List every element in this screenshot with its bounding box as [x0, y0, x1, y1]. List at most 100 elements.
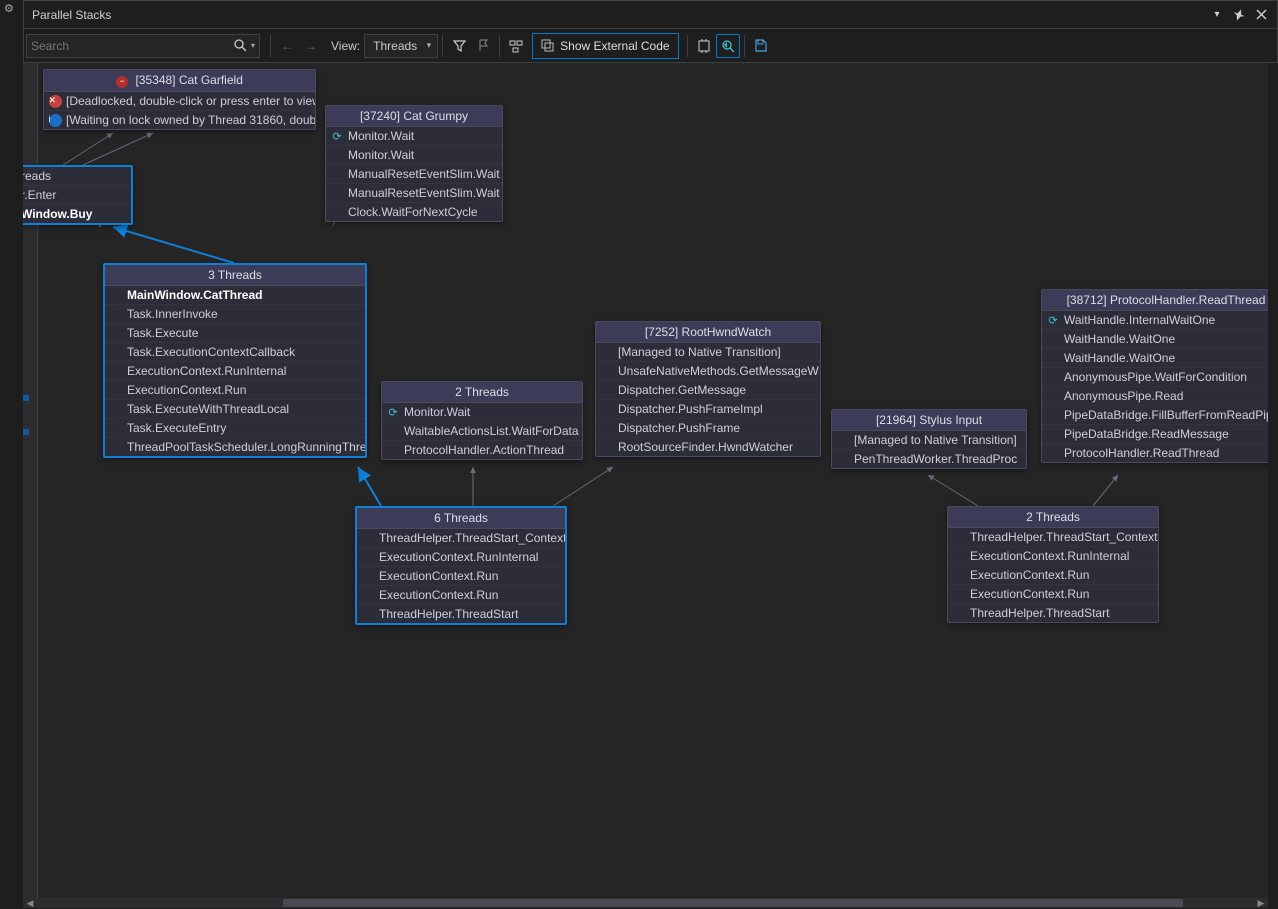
stack-node-title: [35348] Cat Garfield	[135, 73, 242, 87]
nav-back-icon[interactable]: ←	[275, 34, 299, 58]
stack-frame[interactable]: ExecutionContext.RunInternal	[948, 547, 1158, 566]
stack-node-header[interactable]: 3 Threads	[105, 265, 365, 286]
stack-frame[interactable]: ExecutionContext.Run	[357, 567, 565, 586]
stack-node-3threads[interactable]: 3 Threads MainWindow.CatThread Task.Inne…	[103, 263, 367, 458]
stack-node-header[interactable]: [37240] Cat Grumpy	[326, 106, 502, 127]
stack-frame[interactable]: ProtocolHandler.ReadThread	[1042, 444, 1268, 462]
stack-frame[interactable]: ExecutionContext.Run	[105, 381, 365, 400]
stack-node-2threads-right[interactable]: 2 Threads ThreadHelper.ThreadStart_Conte…	[947, 506, 1159, 623]
stack-node-6threads[interactable]: 6 Threads ThreadHelper.ThreadStart_Conte…	[355, 506, 567, 625]
stack-frame[interactable]: reads	[23, 167, 131, 186]
window-title: Parallel Stacks	[32, 8, 111, 22]
stack-frame[interactable]: RootSourceFinder.HwndWatcher	[596, 438, 820, 456]
dropdown-icon[interactable]: ▾	[1209, 7, 1225, 23]
stack-frame[interactable]: ExecutionContext.Run	[357, 586, 565, 605]
stack-node-header[interactable]: [7252] RootHwndWatch	[596, 322, 820, 343]
flag-icon[interactable]	[471, 34, 495, 58]
stack-node-protocolread[interactable]: [38712] ProtocolHandler.ReadThread ⟳ Wai…	[1041, 289, 1268, 463]
stack-frame[interactable]: i [Waiting on lock owned by Thread 31860…	[44, 111, 315, 129]
stack-frame[interactable]: ⟳ Monitor.Wait	[382, 403, 582, 422]
stack-frame[interactable]: AnonymousPipe.WaitForCondition	[1042, 368, 1268, 387]
stack-frame[interactable]: ThreadHelper.ThreadStart_Context	[357, 529, 565, 548]
nav-forward-icon[interactable]: →	[299, 34, 323, 58]
stack-frame[interactable]: AnonymousPipe.Read	[1042, 387, 1268, 406]
stack-node-header[interactable]: 2 Threads	[382, 382, 582, 403]
search-dropdown-icon[interactable]: ▾	[251, 41, 255, 50]
stack-node-partial[interactable]: reads r.Enter Window.Buy	[23, 165, 133, 225]
stack-frame[interactable]: MainWindow.CatThread	[105, 286, 365, 305]
stack-frame[interactable]: PipeDataBridge.ReadMessage	[1042, 425, 1268, 444]
stack-node-stylus[interactable]: [21964] Stylus Input [Managed to Native …	[831, 409, 1027, 469]
stack-frame-label: Monitor.Wait	[348, 129, 414, 143]
stack-frame[interactable]: ✕ [Deadlocked, double-click or press ent…	[44, 92, 315, 111]
stack-frame[interactable]: PipeDataBridge.FillBufferFromReadPipe	[1042, 406, 1268, 425]
stack-frame[interactable]: WaitableActionsList.WaitForData	[382, 422, 582, 441]
stack-frame[interactable]: Task.ExecuteWithThreadLocal	[105, 400, 365, 419]
stack-frame[interactable]: Task.Execute	[105, 324, 365, 343]
marker-icon	[23, 429, 29, 435]
stack-frame[interactable]: WaitHandle.WaitOne	[1042, 330, 1268, 349]
stack-frame[interactable]: WaitHandle.WaitOne	[1042, 349, 1268, 368]
thread-icon: ⟳	[1046, 313, 1060, 327]
stack-frame[interactable]: Dispatcher.PushFrame	[596, 419, 820, 438]
stack-node-header[interactable]: − [35348] Cat Garfield	[44, 70, 315, 92]
scroll-left-icon[interactable]: ◀	[23, 898, 37, 908]
stack-frame[interactable]: r.Enter	[23, 186, 131, 205]
stack-frame[interactable]: Task.ExecuteEntry	[105, 419, 365, 438]
stack-frame[interactable]: ManualResetEventSlim.Wait	[326, 165, 502, 184]
search-icon[interactable]	[234, 39, 247, 52]
stack-frame[interactable]: ThreadHelper.ThreadStart	[948, 604, 1158, 622]
thread-icon: ⟳	[330, 129, 344, 143]
show-external-code-toggle[interactable]: Show External Code	[532, 33, 678, 59]
search-input[interactable]	[31, 39, 234, 53]
stack-frame[interactable]: ExecutionContext.Run	[948, 566, 1158, 585]
stack-frame[interactable]: ThreadPoolTaskScheduler.LongRunningThre.…	[105, 438, 365, 456]
stack-frame[interactable]: Task.InnerInvoke	[105, 305, 365, 324]
autoscroll-icon[interactable]	[716, 34, 740, 58]
stack-frame[interactable]: PenThreadWorker.ThreadProc	[832, 450, 1026, 468]
stack-frame[interactable]: ExecutionContext.RunInternal	[357, 548, 565, 567]
stack-frame[interactable]: Monitor.Wait	[326, 146, 502, 165]
stack-node-2threads-mid[interactable]: 2 Threads ⟳ Monitor.Wait WaitableActions…	[381, 381, 583, 460]
horizontal-scrollbar[interactable]: ◀ ▶	[23, 898, 1268, 908]
stack-frame[interactable]: ⟳ Monitor.Wait	[326, 127, 502, 146]
stack-frame[interactable]: UnsafeNativeMethods.GetMessageW	[596, 362, 820, 381]
canvas[interactable]: reads r.Enter Window.Buy − [35348] Cat G…	[23, 63, 1268, 900]
save-icon[interactable]	[749, 34, 773, 58]
stack-frame[interactable]: Dispatcher.GetMessage	[596, 381, 820, 400]
stack-frame[interactable]: ManualResetEventSlim.Wait	[326, 184, 502, 203]
stack-frame[interactable]: Dispatcher.PushFrameImpl	[596, 400, 820, 419]
stack-frame[interactable]: ThreadHelper.ThreadStart_Context	[948, 528, 1158, 547]
stack-node-header[interactable]: 6 Threads	[357, 508, 565, 529]
stack-node-roothwnd[interactable]: [7252] RootHwndWatch [Managed to Native …	[595, 321, 821, 457]
stack-frame[interactable]: [Managed to Native Transition]	[832, 431, 1026, 450]
stack-frame[interactable]: ⟳ WaitHandle.InternalWaitOne	[1042, 311, 1268, 330]
thread-icon: ⟳	[386, 405, 400, 419]
stack-node-grumpy[interactable]: [37240] Cat Grumpy ⟳ Monitor.Wait Monito…	[325, 105, 503, 222]
stack-node-header[interactable]: [38712] ProtocolHandler.ReadThread	[1042, 290, 1268, 311]
scrollbar-thumb[interactable]	[283, 899, 1183, 907]
stack-node-header[interactable]: [21964] Stylus Input	[832, 410, 1026, 431]
scroll-right-icon[interactable]: ▶	[1254, 898, 1268, 908]
stack-frame[interactable]: ExecutionContext.RunInternal	[105, 362, 365, 381]
toggle-view-icon[interactable]	[504, 34, 528, 58]
stack-frame[interactable]: ExecutionContext.Run	[948, 585, 1158, 604]
stack-frame[interactable]: [Managed to Native Transition]	[596, 343, 820, 362]
gear-icon[interactable]: ⚙	[4, 2, 14, 15]
view-select[interactable]: Threads	[364, 34, 438, 58]
stack-node-header[interactable]: 2 Threads	[948, 507, 1158, 528]
stack-frame[interactable]: ThreadHelper.ThreadStart	[357, 605, 565, 623]
zoom-fit-icon[interactable]	[692, 34, 716, 58]
stack-frame[interactable]: ProtocolHandler.ActionThread	[382, 441, 582, 459]
stack-frame-label: WaitHandle.InternalWaitOne	[1064, 313, 1215, 327]
stack-frame[interactable]: Window.Buy	[23, 205, 131, 223]
stack-frame[interactable]: Clock.WaitForNextCycle	[326, 203, 502, 221]
pin-icon[interactable]	[1231, 7, 1247, 23]
stack-frame-label: Monitor.Wait	[404, 405, 470, 419]
stack-frame-label: [Deadlocked, double-click or press enter…	[66, 94, 315, 108]
stack-node-garfield[interactable]: − [35348] Cat Garfield ✕ [Deadlocked, do…	[43, 69, 316, 130]
search-input-wrap[interactable]: ▾	[26, 34, 260, 58]
close-icon[interactable]	[1253, 7, 1269, 23]
stack-frame[interactable]: Task.ExecutionContextCallback	[105, 343, 365, 362]
filter-icon[interactable]	[447, 34, 471, 58]
